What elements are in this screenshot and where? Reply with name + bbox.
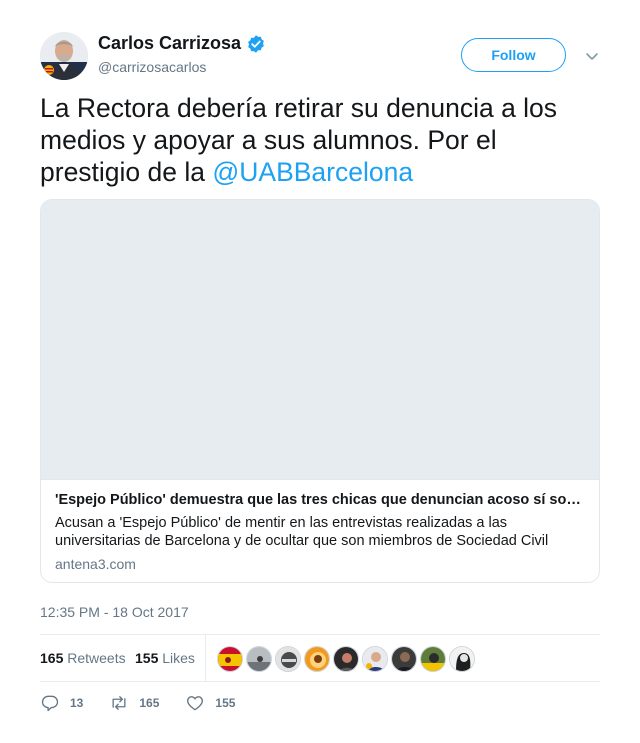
heart-icon bbox=[187, 696, 204, 711]
suit-man-avatar-icon bbox=[363, 647, 387, 671]
author-name-row: Carlos Carrizosa bbox=[98, 33, 266, 54]
retweet-button[interactable]: 165 bbox=[109, 693, 159, 713]
liker-avatars bbox=[217, 646, 478, 672]
liker-avatar[interactable] bbox=[333, 646, 359, 672]
card-domain: antena3.com bbox=[55, 556, 136, 572]
orange-ring-avatar-icon bbox=[305, 647, 329, 671]
like-button[interactable]: 155 bbox=[185, 693, 235, 713]
liker-avatar[interactable] bbox=[449, 646, 475, 672]
liker-avatar[interactable] bbox=[275, 646, 301, 672]
tweet-text: La Rectora debería retirar su denuncia a… bbox=[40, 92, 600, 188]
author-avatar[interactable] bbox=[40, 32, 88, 80]
card-description: Acusan a 'Espejo Público' de mentir en l… bbox=[55, 515, 549, 549]
dark-portrait-avatar-icon bbox=[334, 647, 358, 671]
liker-avatar[interactable] bbox=[391, 646, 417, 672]
stats-divider bbox=[205, 635, 206, 681]
like-count: 155 bbox=[215, 696, 236, 710]
card-image[interactable] bbox=[41, 200, 599, 480]
reply-count: 13 bbox=[70, 696, 84, 710]
retweets-stat-count: 165 bbox=[40, 650, 64, 666]
liker-avatar[interactable] bbox=[420, 646, 446, 672]
tweet-header: Carlos Carrizosa @carrizosacarlos Follow bbox=[40, 30, 600, 82]
grey-landscape-avatar-icon bbox=[247, 647, 271, 671]
helmet-avatar-icon bbox=[276, 647, 300, 671]
retweets-stat-label: Retweets bbox=[67, 650, 126, 666]
author-display-name[interactable]: Carlos Carrizosa bbox=[98, 33, 241, 54]
liker-avatar[interactable] bbox=[217, 646, 243, 672]
reply-button[interactable]: 13 bbox=[40, 693, 83, 713]
retweets-stat[interactable]: 165 Retweets bbox=[40, 650, 126, 666]
avatar-photo-icon bbox=[40, 32, 88, 80]
mention-link[interactable]: @UABBarcelona bbox=[212, 157, 413, 187]
follow-button[interactable]: Follow bbox=[461, 38, 566, 72]
flag-crest-avatar-icon bbox=[421, 647, 445, 671]
link-card[interactable]: 'Espejo Público' demuestra que las tres … bbox=[40, 199, 600, 583]
tweet-actions: 13 165 155 bbox=[40, 692, 261, 714]
retweet-count: 165 bbox=[139, 696, 160, 710]
liker-avatar[interactable] bbox=[362, 646, 388, 672]
likes-stat[interactable]: 155 Likes bbox=[135, 650, 195, 666]
likes-stat-count: 155 bbox=[135, 650, 159, 666]
author-handle[interactable]: @carrizosacarlos bbox=[98, 59, 206, 75]
card-title[interactable]: 'Espejo Público' demuestra que las tres … bbox=[55, 492, 587, 508]
retweet-icon bbox=[112, 696, 126, 710]
liker-avatar[interactable] bbox=[304, 646, 330, 672]
liker-avatar[interactable] bbox=[246, 646, 272, 672]
likes-stat-label: Likes bbox=[162, 650, 195, 666]
chevron-down-icon[interactable] bbox=[584, 48, 600, 64]
bw-woman-avatar-icon bbox=[450, 647, 474, 671]
spain-flag-avatar-icon bbox=[218, 647, 242, 671]
reply-icon bbox=[41, 695, 59, 712]
verified-badge-icon bbox=[248, 34, 264, 53]
dark-man-avatar-icon bbox=[392, 647, 416, 671]
tweet-stats: 165 Retweets 155 Likes bbox=[40, 634, 600, 682]
tweet-timestamp[interactable]: 12:35 PM - 18 Oct 2017 bbox=[40, 604, 189, 620]
